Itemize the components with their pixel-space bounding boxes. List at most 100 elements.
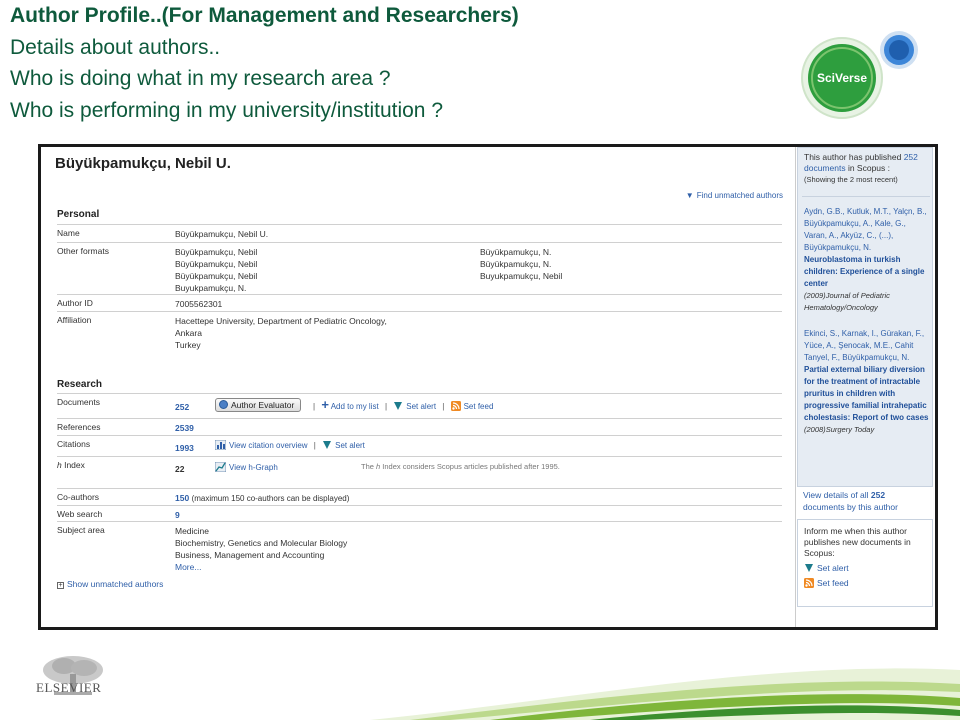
separator: |	[384, 402, 388, 411]
sciverse-logo: SciVerse	[801, 31, 918, 119]
rss-icon	[804, 578, 814, 588]
separator: |	[442, 402, 445, 411]
published-suffix: in Scopus :	[845, 163, 891, 173]
other-formats-col1: Büyükpamukçu, Nebil Büyükpamukçu, Nebil …	[175, 246, 257, 294]
row-coauthors: Co-authors 150 (maximum 150 co-authors c…	[57, 488, 782, 505]
set-alert-link[interactable]: Set alert	[393, 402, 436, 411]
affiliation-value: Hacettepe University, Department of Pedi…	[175, 315, 387, 351]
sidebar-set-feed-label: Set feed	[817, 578, 849, 588]
author-evaluator-button[interactable]: Author Evaluator	[215, 398, 302, 412]
find-unmatched-authors-link[interactable]: ▼ Find unmatched authors	[686, 191, 783, 200]
publication-authors[interactable]: Ekinci, S., Karnak, I., Gürakan, F., Yüc…	[804, 328, 930, 364]
plus-icon: +	[321, 397, 329, 412]
subject-area-label: Subject area	[57, 525, 105, 535]
publication-item: Aydn, G.B., Kutluk, M.T., Yalçn, B., Büy…	[804, 206, 930, 314]
other-format-item: Buyukpamukçu, Nebil	[480, 271, 563, 281]
other-format-item: Buyukpamukçu, N.	[175, 283, 247, 293]
affiliation-label: Affiliation	[57, 315, 92, 325]
inform-text: Inform me when this author publishes new…	[804, 526, 911, 558]
publication-authors[interactable]: Aydn, G.B., Kutluk, M.T., Yalçn, B., Büy…	[804, 206, 930, 254]
publication-title-link[interactable]: Neuroblastoma in turkish children: Exper…	[804, 254, 930, 290]
view-h-graph-link[interactable]: View h-Graph	[215, 462, 278, 472]
elsevier-tree-icon	[43, 656, 103, 695]
web-search-label: Web search	[57, 509, 103, 519]
citations-set-alert-link[interactable]: Set alert	[322, 441, 365, 450]
publication-year: (2008)	[804, 425, 826, 434]
h-index-value: 22	[175, 464, 185, 474]
published-summary: This author has published 252 documents …	[804, 152, 930, 185]
row-documents: Documents 252 Author Evaluator | + Add t…	[57, 393, 782, 418]
scopus-author-profile: Büyükpamukçu, Nebil U. ▼ Find unmatched a…	[38, 144, 938, 630]
bell-icon	[323, 441, 332, 449]
separator: |	[313, 441, 316, 450]
publication-source: (2008)Surgery Today	[804, 424, 930, 436]
view-all-count: 252	[870, 490, 886, 500]
show-unmatched-authors-link[interactable]: + Show unmatched authors	[57, 579, 163, 589]
set-feed-label: Set feed	[463, 402, 494, 411]
publication-source: (2009)Journal of Pediatric Hematology/On…	[804, 290, 930, 314]
other-format-item: Büyükpamukçu, Nebil	[175, 247, 258, 257]
row-web-search: Web search 9	[57, 505, 782, 521]
sidebar-set-feed-link[interactable]: Set feed	[804, 578, 926, 589]
set-feed-link[interactable]: Set feed	[450, 401, 494, 411]
subject-area-list: Medicine Biochemistry, Genetics and Mole…	[175, 525, 347, 573]
published-count-link[interactable]: 252	[904, 152, 918, 162]
view-citation-overview-label: View citation overview	[229, 441, 308, 450]
row-affiliation: Affiliation Hacettepe University, Depart…	[57, 311, 782, 353]
publication-journal: Surgery Today	[825, 425, 875, 434]
showing-note: (Showing the 2 most recent)	[804, 175, 898, 184]
triangle-down-icon: ▼	[685, 191, 694, 200]
add-to-list-link[interactable]: + Add to my list	[321, 398, 379, 411]
find-unmatched-label: Find unmatched authors	[696, 191, 783, 200]
slide-line-institution: Who is performing in my university/insti…	[10, 99, 443, 122]
h-index-label-text: Index	[61, 460, 85, 470]
coauthors-count-link[interactable]: 150	[175, 493, 189, 503]
publication-title-link[interactable]: Partial external biliary diversion for t…	[804, 364, 930, 424]
other-format-item: Büyükpamukçu, Nebil	[175, 259, 258, 269]
documents-links: | + Add to my list | Set alert | Set fee…	[309, 398, 494, 411]
more-subjects-link[interactable]: More...	[175, 561, 347, 573]
section-research: Research	[57, 379, 103, 390]
bell-icon	[805, 564, 813, 572]
documents-link[interactable]: documents	[804, 163, 846, 173]
citations-set-alert-label: Set alert	[335, 441, 365, 450]
author-name-heading: Büyükpamukçu, Nebil U.	[55, 155, 231, 172]
web-search-count-link[interactable]: 9	[175, 509, 180, 521]
graph-icon	[215, 462, 226, 472]
section-personal: Personal	[57, 209, 100, 220]
citations-count-link[interactable]: 1993	[175, 442, 194, 454]
view-h-graph-label: View h-Graph	[229, 463, 278, 472]
publication-year: (2009)	[804, 291, 826, 300]
elsevier-wordmark: ELSEVIER	[36, 680, 102, 695]
affiliation-line: Turkey	[175, 340, 201, 350]
inform-me-box: Inform me when this author publishes new…	[797, 519, 933, 607]
name-label: Name	[57, 228, 80, 238]
publication-item: Ekinci, S., Karnak, I., Gürakan, F., Yüc…	[804, 328, 930, 436]
evaluator-icon	[219, 400, 228, 409]
other-format-item: Büyükpamukçu, N.	[480, 259, 552, 269]
sidebar-set-alert-link[interactable]: Set alert	[804, 563, 926, 574]
name-value: Büyükpamukçu, Nebil U.	[175, 229, 269, 239]
h-index-label: h Index	[57, 460, 85, 470]
author-details-panel: Büyükpamukçu, Nebil U. ▼ Find unmatched a…	[51, 147, 796, 627]
sciverse-logo-text: SciVerse	[817, 71, 867, 85]
row-citations: Citations 1993 View citation overview | …	[57, 435, 782, 456]
view-all-documents-link[interactable]: View details of all 252 documents by thi…	[803, 489, 929, 513]
rss-icon	[450, 401, 461, 411]
coauthors-label: Co-authors	[57, 492, 100, 502]
references-count-link[interactable]: 2539	[175, 422, 194, 434]
subject-area-item: Medicine	[175, 526, 210, 536]
recent-documents-box: This author has published 252 documents …	[797, 147, 933, 487]
slide-line-details: Details about authors..	[10, 36, 221, 59]
view-citation-overview-link[interactable]: View citation overview	[215, 440, 308, 450]
row-name: Name Büyükpamukçu, Nebil U.	[57, 224, 782, 242]
bar-chart-icon	[215, 440, 226, 450]
slide-title: Author Profile..(For Management and Rese…	[10, 4, 519, 27]
row-h-index: h Index 22 View h-Graph The h Index cons…	[57, 456, 782, 484]
row-references: References 2539	[57, 418, 782, 435]
add-to-list-label: Add to my list	[330, 402, 379, 411]
author-evaluator-label: Author Evaluator	[231, 400, 295, 410]
divider	[802, 196, 930, 197]
row-author-id: Author ID 7005562301	[57, 294, 782, 311]
coauthors-value: 150 (maximum 150 co-authors can be displ…	[175, 492, 349, 505]
